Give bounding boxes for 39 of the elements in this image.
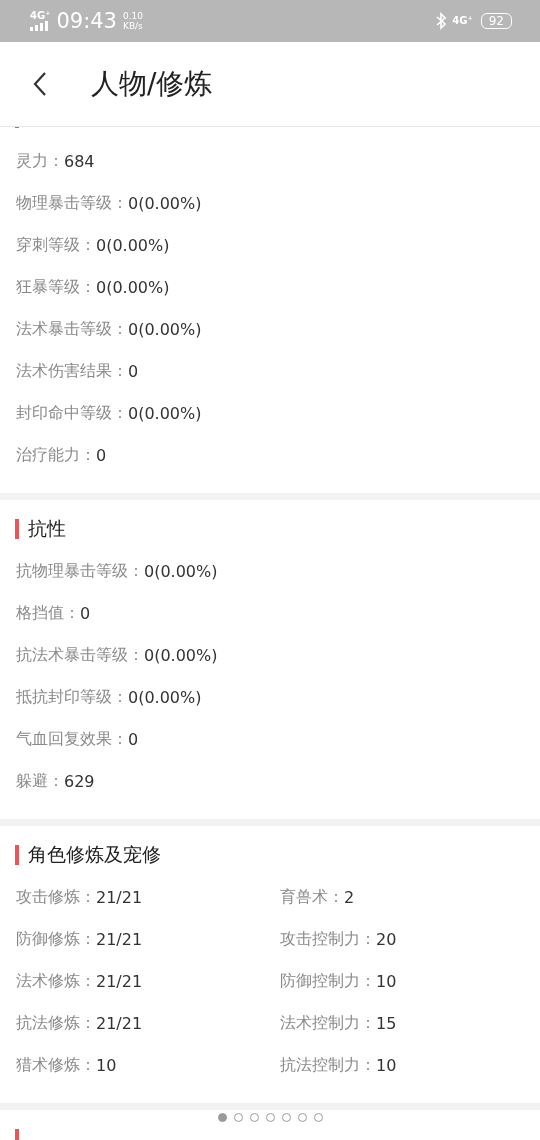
back-icon[interactable] [32, 70, 48, 98]
speed-unit: KB/s [123, 21, 144, 31]
network-type: 4G⁺ [452, 16, 473, 26]
network-type: 4G⁺ [30, 11, 51, 21]
heading-marker [15, 519, 19, 539]
stat-row-text: 抗法控制力：10 [279, 1053, 398, 1077]
stat-row-text: 防御控制力：10 [279, 969, 398, 993]
stat-row-text: 攻击控制力：20 [279, 927, 398, 951]
stat-row-text: 狂暴等级：0(0.00%) [15, 275, 171, 299]
net-speed: 0.10 [123, 11, 144, 21]
section-heading: 角色修炼及宠修 [28, 842, 161, 867]
signal-icon [30, 21, 50, 31]
stat-row-text: 抗法修炼：21/21 [15, 1011, 144, 1035]
stat-row-text: 育兽术：2 [279, 885, 356, 909]
stat-row-text: 穿刺等级：0(0.00%) [15, 233, 171, 257]
section-heading: 抗性 [28, 516, 66, 541]
stat-row-text: 躲避：629 [15, 769, 96, 793]
stat-row-text: 物理暴击等级：0(0.00%) [15, 191, 203, 215]
bluetooth-icon [436, 12, 447, 30]
stat-row-text: 法术暴击等级：0(0.00%) [15, 317, 203, 341]
stat-row-text: 格挡值：0 [15, 601, 92, 625]
stat-row-text: 攻击修炼：21/21 [15, 885, 144, 909]
stat-row-text: 气血回复效果：0 [15, 727, 140, 751]
stat-row-text: 猎术修炼：10 [15, 1053, 118, 1077]
heading-marker [15, 845, 19, 865]
stat-row-text: 抵抗封印等级：0(0.00%) [15, 685, 203, 709]
stat-row-text: 治疗能力：0 [15, 443, 108, 467]
clock: 09:43 [56, 9, 117, 33]
stat-row-text: 灵力：684 [15, 149, 96, 173]
stat-row-text: 抗法术暴击等级：0(0.00%) [15, 643, 219, 667]
stat-row-text: 防御修炼：21/21 [15, 927, 144, 951]
stat-row-text: 法术修炼：21/21 [15, 969, 144, 993]
stat-row-text: 抗物理暴击等级：0(0.00%) [15, 559, 219, 583]
stat-row-text: 法术伤害结果：0 [15, 359, 140, 383]
page-dot[interactable] [217, 1113, 227, 1122]
page-title: 人物/修炼 [91, 66, 213, 102]
battery-indicator: 92 [480, 13, 512, 29]
stat-row-text: 法术控制力：15 [279, 1011, 398, 1035]
stat-row-text: 封印命中等级：0(0.00%) [15, 401, 203, 425]
